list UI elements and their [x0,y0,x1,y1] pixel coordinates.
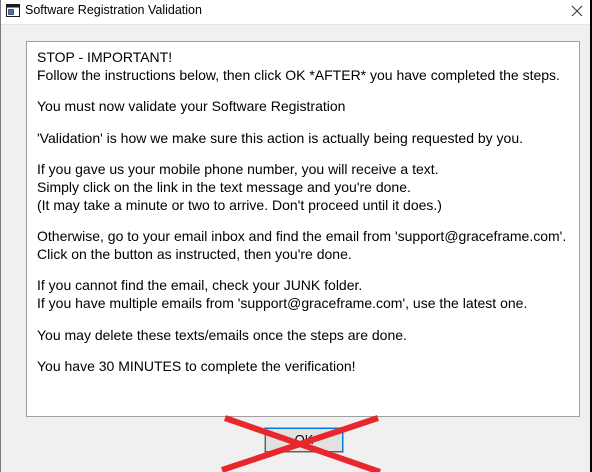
message-paragraph: STOP - IMPORTANT! Follow the instruction… [37,49,579,84]
message-paragraph: 'Validation' is how we make sure this ac… [37,130,579,148]
message-paragraph: You have 30 MINUTES to complete the veri… [37,358,579,376]
message-line: You have 30 MINUTES to complete the veri… [37,358,356,375]
message-line: Click on the button as instructed, then … [37,245,352,262]
app-window-icon [6,4,20,17]
message-line: (It may take a minute or two to arrive. … [37,196,442,213]
message-line: If you gave us your mobile phone number,… [37,161,439,178]
ok-button[interactable]: OK [264,427,344,453]
message-paragraph: Otherwise, go to your email inbox and fi… [37,228,579,263]
message-line: STOP - IMPORTANT! [37,49,173,65]
window-title: Software Registration Validation [25,3,202,17]
message-line: 'Validation' is how we make sure this ac… [37,129,524,146]
message-paragraph: You must now validate your Software Regi… [37,98,579,116]
message-line: Follow the instructions below, then clic… [37,66,560,83]
message-paragraph: You may delete these texts/emails once t… [37,327,579,345]
message-paragraph: If you gave us your mobile phone number,… [37,161,579,214]
message-line: You must now validate your Software Regi… [37,98,346,115]
dialog-window: Software Registration Validation STOP - … [0,0,591,472]
message-text-box: STOP - IMPORTANT! Follow the instruction… [26,41,580,417]
message-line: If you cannot find the email, check your… [37,277,363,294]
message-line: Simply click on the link in the text mes… [37,178,411,195]
message-paragraph: If you cannot find the email, check your… [37,277,579,312]
message-line: You may delete these texts/emails once t… [37,326,407,343]
message-line: Otherwise, go to your email inbox and fi… [37,228,567,245]
message-line: If you have multiple emails from 'suppor… [37,294,528,311]
close-icon[interactable] [567,2,587,20]
title-bar[interactable]: Software Registration Validation [1,0,591,25]
